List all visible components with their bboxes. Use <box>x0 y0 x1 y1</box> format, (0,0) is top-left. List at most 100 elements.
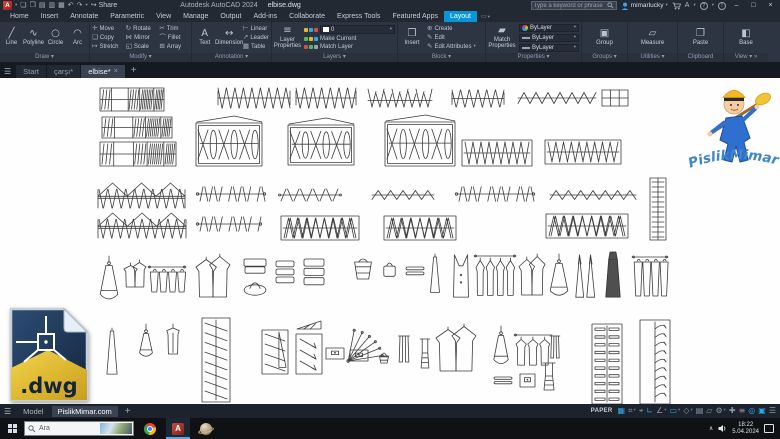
drawing-canvas[interactable]: PislikMimar .dwg <box>0 78 780 404</box>
panel-title-utilities[interactable]: Utilities ▾ <box>628 53 677 62</box>
dynamic-input-icon[interactable]: ⌖ <box>639 406 644 416</box>
match-layer-button[interactable]: Match Layer <box>304 44 395 50</box>
linear-button[interactable]: ⊢Linear <box>243 25 269 32</box>
color-select-caret-icon[interactable]: ▾ <box>574 25 576 30</box>
file-tab-elbise[interactable]: elbise*× <box>81 65 125 78</box>
autodesk-access-icon[interactable]: A <box>685 2 690 9</box>
new-drawing-tab-button[interactable]: + <box>126 65 142 78</box>
scale-button[interactable]: ◱Scale <box>126 43 156 50</box>
maximize-button[interactable]: □ <box>747 2 760 9</box>
panel-title-draw[interactable]: Draw ▾ <box>0 53 89 62</box>
app-menu-caret-icon[interactable]: ▾ <box>15 3 17 8</box>
edit-block-button[interactable]: ✎Edit <box>427 34 476 41</box>
redo-button-icon[interactable]: ↷ <box>77 1 83 10</box>
ribbon-tab-annotate[interactable]: Annotate <box>64 11 104 22</box>
layout-tab-pislikmimar-com[interactable]: PislikMimar.com <box>52 406 118 417</box>
dimension-button[interactable]: ↔Dimension <box>218 23 239 52</box>
paper-space-button[interactable]: PAPER <box>591 408 613 414</box>
ribbon-tab-manage[interactable]: Manage <box>177 11 214 22</box>
panel-title-annotation[interactable]: Annotation ▾ <box>192 53 271 62</box>
measure-button[interactable]: ▱Measure <box>630 23 675 52</box>
panel-title-view[interactable]: View ▾ » <box>724 53 768 62</box>
help-caret-icon[interactable]: ▾ <box>712 3 714 8</box>
layer-select-caret-icon[interactable]: ▾ <box>390 27 392 32</box>
save-button-icon[interactable]: ▤ <box>39 1 46 10</box>
object-color-select[interactable]: ByLayer▾ <box>519 24 579 32</box>
close-button[interactable]: × <box>764 2 777 9</box>
annotation-monitor-icon[interactable]: ≡ <box>739 406 746 416</box>
taskbar-search-input[interactable]: Ara <box>24 421 134 436</box>
base-button[interactable]: ◧Base <box>726 23 766 52</box>
plot-button-icon[interactable]: ▦ <box>58 1 65 10</box>
undo-button-icon[interactable]: ↶ <box>68 1 74 10</box>
access-caret-icon[interactable]: ▾ <box>693 3 695 8</box>
file-tab-ar[interactable]: çarşı* <box>47 65 80 78</box>
help-search-input[interactable]: Type a keyword or phrase <box>531 1 617 10</box>
paste-button[interactable]: ❐Paste <box>680 23 721 52</box>
ribbon-tab-add-ins[interactable]: Add-ins <box>247 11 283 22</box>
action-center-icon[interactable] <box>764 424 774 433</box>
group-button[interactable]: ▣Group <box>584 23 625 52</box>
tray-chevron-icon[interactable]: ∧ <box>709 425 713 432</box>
table-button[interactable]: ▦Table <box>243 43 269 50</box>
annotation-scale-icon[interactable]: ⚙▾ <box>715 406 725 416</box>
ribbon-tab-collaborate[interactable]: Collaborate <box>283 11 331 22</box>
autoscale-icon[interactable]: ▱ <box>706 406 712 416</box>
ribbon-tab-featured-apps[interactable]: Featured Apps <box>386 11 444 22</box>
array-button[interactable]: ⊞Array <box>159 43 189 50</box>
file-tabs-menu-icon[interactable]: ☰ <box>4 67 11 76</box>
search-icon[interactable] <box>607 2 614 9</box>
ortho-mode-icon[interactable]: ∟ <box>646 406 653 416</box>
move-button[interactable]: ✛Move <box>92 25 122 32</box>
snap-mode-icon[interactable]: ⌗▾ <box>628 406 636 416</box>
leader-button[interactable]: ↗Leader <box>243 34 269 41</box>
graphics-performance-icon[interactable]: ▣ <box>758 406 766 416</box>
lineweight-select[interactable]: ByLayer▾ <box>519 34 579 42</box>
lineweight-caret-icon[interactable]: ▾ <box>574 35 576 40</box>
start-button[interactable] <box>0 418 24 439</box>
ribbon-tab-parametric[interactable]: Parametric <box>104 11 150 22</box>
taskbar-chrome-icon[interactable] <box>138 418 162 439</box>
layer-select[interactable]: 0▾ <box>320 25 395 34</box>
layer-state-icons[interactable] <box>304 28 318 32</box>
minimize-button[interactable]: – <box>730 2 743 9</box>
linetype-select[interactable]: ByLayer▾ <box>519 44 579 52</box>
notifications-icon[interactable]: ! <box>718 2 726 10</box>
match-properties-button[interactable]: ▰Match Properties <box>488 23 516 52</box>
taskbar-autocad-icon[interactable]: A <box>166 418 190 439</box>
help-icon[interactable]: ? <box>700 2 708 10</box>
mirror-button[interactable]: ⋈Mirror <box>126 34 156 41</box>
arc-button[interactable]: ◠Arc <box>68 23 87 52</box>
file-tab-Start[interactable]: Start <box>16 65 46 78</box>
ribbon-tab-view[interactable]: View <box>150 11 177 22</box>
line-button[interactable]: ╱Line <box>2 23 21 52</box>
new-button-icon[interactable]: ❏ <box>20 1 26 10</box>
insert-button[interactable]: ❒Insert <box>400 23 424 52</box>
edit-attributes-caret-icon[interactable]: ▾ <box>473 44 475 49</box>
rotate-button[interactable]: ↻Rotate <box>126 25 156 32</box>
polar-tracking-icon[interactable]: ∠▾ <box>656 406 666 416</box>
annotation-visibility-icon[interactable]: ▤ <box>696 406 704 416</box>
create-block-button[interactable]: ⊕Create <box>427 25 476 32</box>
polyline-button[interactable]: ∿Polyline <box>24 23 43 52</box>
make-current-button[interactable]: Make Current <box>304 36 395 42</box>
ribbon-tab-express-tools[interactable]: Express Tools <box>331 11 386 22</box>
ribbon-tab-output[interactable]: Output <box>214 11 247 22</box>
linetype-caret-icon[interactable]: ▾ <box>574 45 576 50</box>
fillet-button[interactable]: ⌒Fillet <box>159 34 189 41</box>
text-button[interactable]: AText <box>194 23 215 52</box>
app-store-cart-icon[interactable] <box>672 2 681 10</box>
ribbon-tab-layout[interactable]: Layout <box>444 11 477 22</box>
save-as-button-icon[interactable]: ▥ <box>48 1 55 10</box>
panel-title-properties[interactable]: Properties ▾ <box>486 53 581 62</box>
open-button-icon[interactable]: ❒ <box>30 1 36 10</box>
search-highlight-image[interactable] <box>100 423 132 434</box>
share-button[interactable]: ↪ Share <box>91 1 118 10</box>
ribbon-tab-insert[interactable]: Insert <box>35 11 65 22</box>
panel-title-groups[interactable]: Groups ▾ <box>582 53 627 62</box>
panel-title-layers[interactable]: Layers ▾ <box>272 53 397 62</box>
panel-title-block[interactable]: Block ▾ <box>398 53 485 62</box>
autocad-logo-icon[interactable]: A <box>3 1 12 10</box>
taskbar-planet-app-icon[interactable] <box>194 418 218 439</box>
close-tab-icon[interactable]: × <box>114 68 118 75</box>
